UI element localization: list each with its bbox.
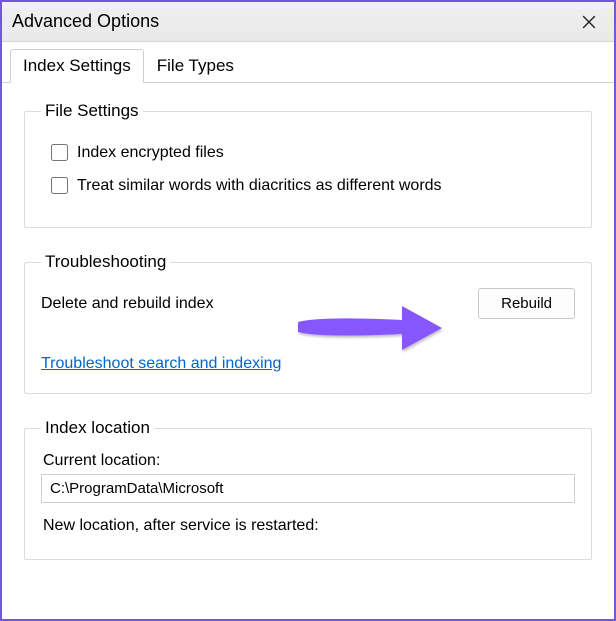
file-settings-group: File Settings Index encrypted files Trea… — [24, 101, 592, 228]
new-location-label: New location, after service is restarted… — [43, 517, 575, 535]
window-title: Advanced Options — [12, 11, 159, 32]
file-settings-legend: File Settings — [41, 101, 143, 121]
rebuild-button[interactable]: Rebuild — [478, 288, 575, 319]
delete-rebuild-label: Delete and rebuild index — [41, 295, 214, 313]
tab-file-types[interactable]: File Types — [144, 49, 247, 83]
diacritics-row[interactable]: Treat similar words with diacritics as d… — [47, 174, 575, 197]
tab-strip: Index Settings File Types — [2, 48, 614, 83]
troubleshooting-legend: Troubleshooting — [41, 252, 170, 272]
encrypt-label: Index encrypted files — [77, 144, 224, 162]
tab-index-settings[interactable]: Index Settings — [10, 49, 144, 83]
advanced-options-dialog: Advanced Options Index Settings File Typ… — [0, 0, 616, 621]
close-icon — [582, 15, 596, 29]
current-location-value: C:\ProgramData\Microsoft — [41, 474, 575, 503]
troubleshoot-link[interactable]: Troubleshoot search and indexing — [41, 355, 281, 373]
titlebar: Advanced Options — [2, 2, 614, 42]
diacritics-label: Treat similar words with diacritics as d… — [77, 177, 442, 195]
diacritics-checkbox[interactable] — [51, 177, 68, 194]
troubleshooting-group: Troubleshooting Delete and rebuild index… — [24, 252, 592, 394]
index-location-group: Index location Current location: C:\Prog… — [24, 418, 592, 560]
encrypt-checkbox[interactable] — [51, 144, 68, 161]
encrypt-row[interactable]: Index encrypted files — [47, 141, 575, 164]
tab-content: File Settings Index encrypted files Trea… — [2, 83, 614, 566]
current-location-label: Current location: — [43, 452, 575, 470]
index-location-legend: Index location — [41, 418, 154, 438]
close-button[interactable] — [564, 2, 614, 42]
